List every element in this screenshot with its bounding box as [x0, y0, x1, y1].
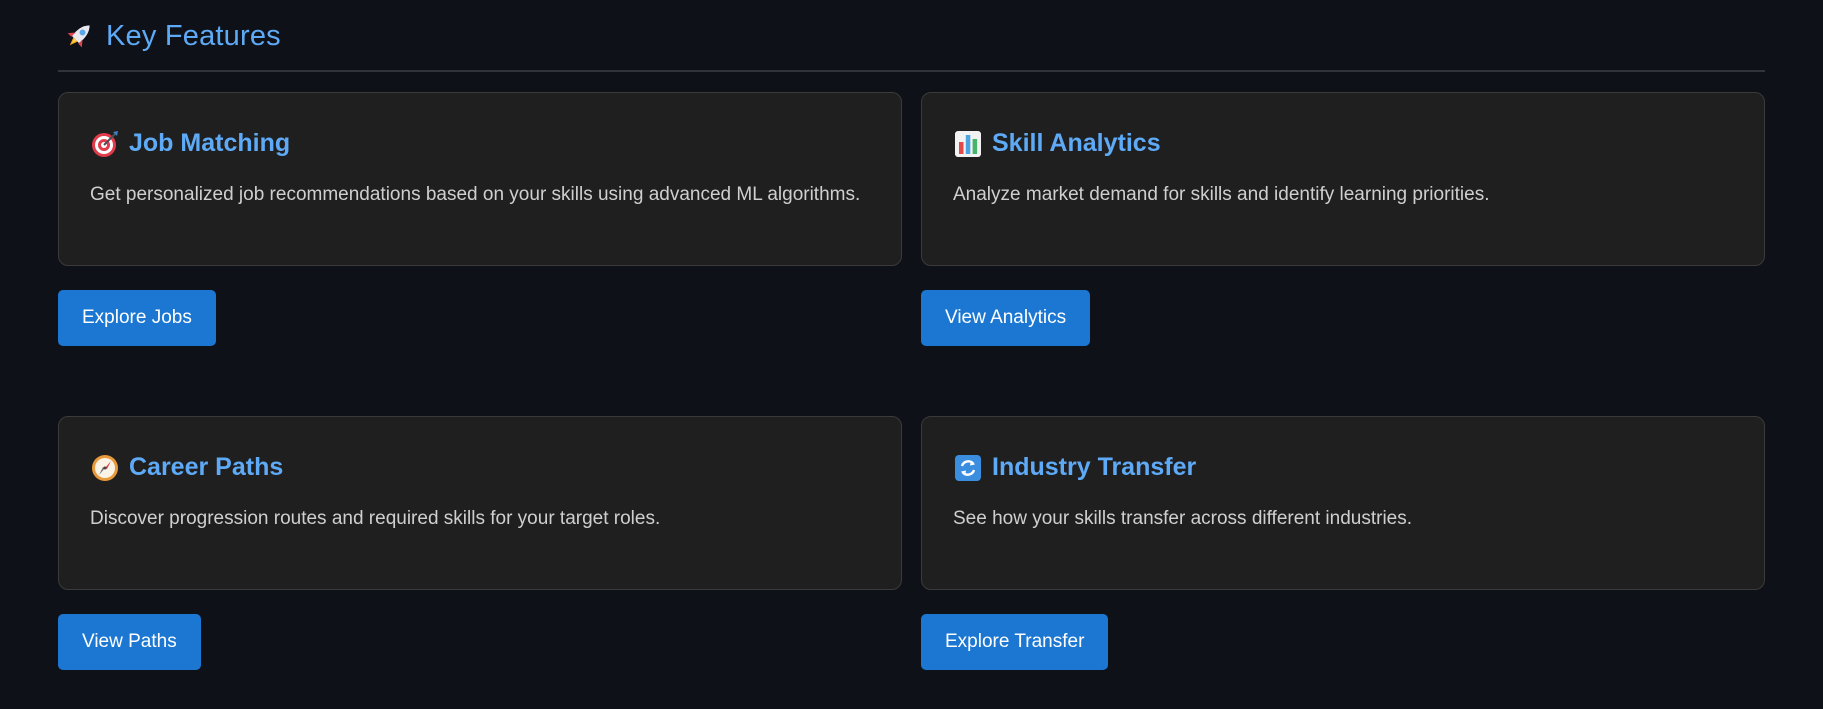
key-features-section: Key Features Job Matching Get personaliz…	[58, 0, 1765, 670]
feature-card-description: Analyze market demand for skills and ide…	[953, 184, 1490, 205]
section-title: Key Features	[106, 19, 281, 52]
feature-card-description: See how your skills transfer across diff…	[953, 508, 1413, 529]
feature-card-industry-transfer: Industry Transfer See how your skills tr…	[921, 416, 1765, 590]
feature-card-skill-analytics: Skill Analytics Analyze market demand fo…	[921, 92, 1765, 266]
compass-icon	[91, 454, 119, 482]
explore-transfer-button[interactable]: Explore Transfer	[921, 614, 1109, 670]
bar-chart-icon	[954, 130, 982, 158]
feature-card-title: Industry Transfer	[992, 453, 1197, 481]
refresh-icon	[954, 454, 982, 482]
feature-card-header: Career Paths	[91, 453, 283, 482]
feature-card-header: Industry Transfer	[954, 453, 1196, 482]
feature-card-job-matching: Job Matching Get personalized job recomm…	[58, 92, 902, 266]
section-header: Key Features	[58, 0, 1765, 72]
view-paths-button[interactable]: View Paths	[58, 614, 201, 670]
feature-card-description: Get personalized job recommendations bas…	[90, 184, 861, 205]
feature-card-header: Job Matching	[91, 129, 290, 158]
feature-card-description: Discover progression routes and required…	[90, 508, 661, 529]
target-icon	[91, 130, 119, 158]
explore-jobs-button[interactable]: Explore Jobs	[58, 290, 216, 346]
view-analytics-button[interactable]: View Analytics	[921, 290, 1091, 346]
rocket-icon	[62, 19, 96, 53]
feature-card-header: Skill Analytics	[954, 129, 1161, 158]
feature-card-title: Job Matching	[129, 129, 291, 157]
feature-card-title: Skill Analytics	[992, 129, 1161, 157]
feature-card-career-paths: Career Paths Discover progression routes…	[58, 416, 902, 590]
feature-card-title: Career Paths	[129, 453, 284, 481]
